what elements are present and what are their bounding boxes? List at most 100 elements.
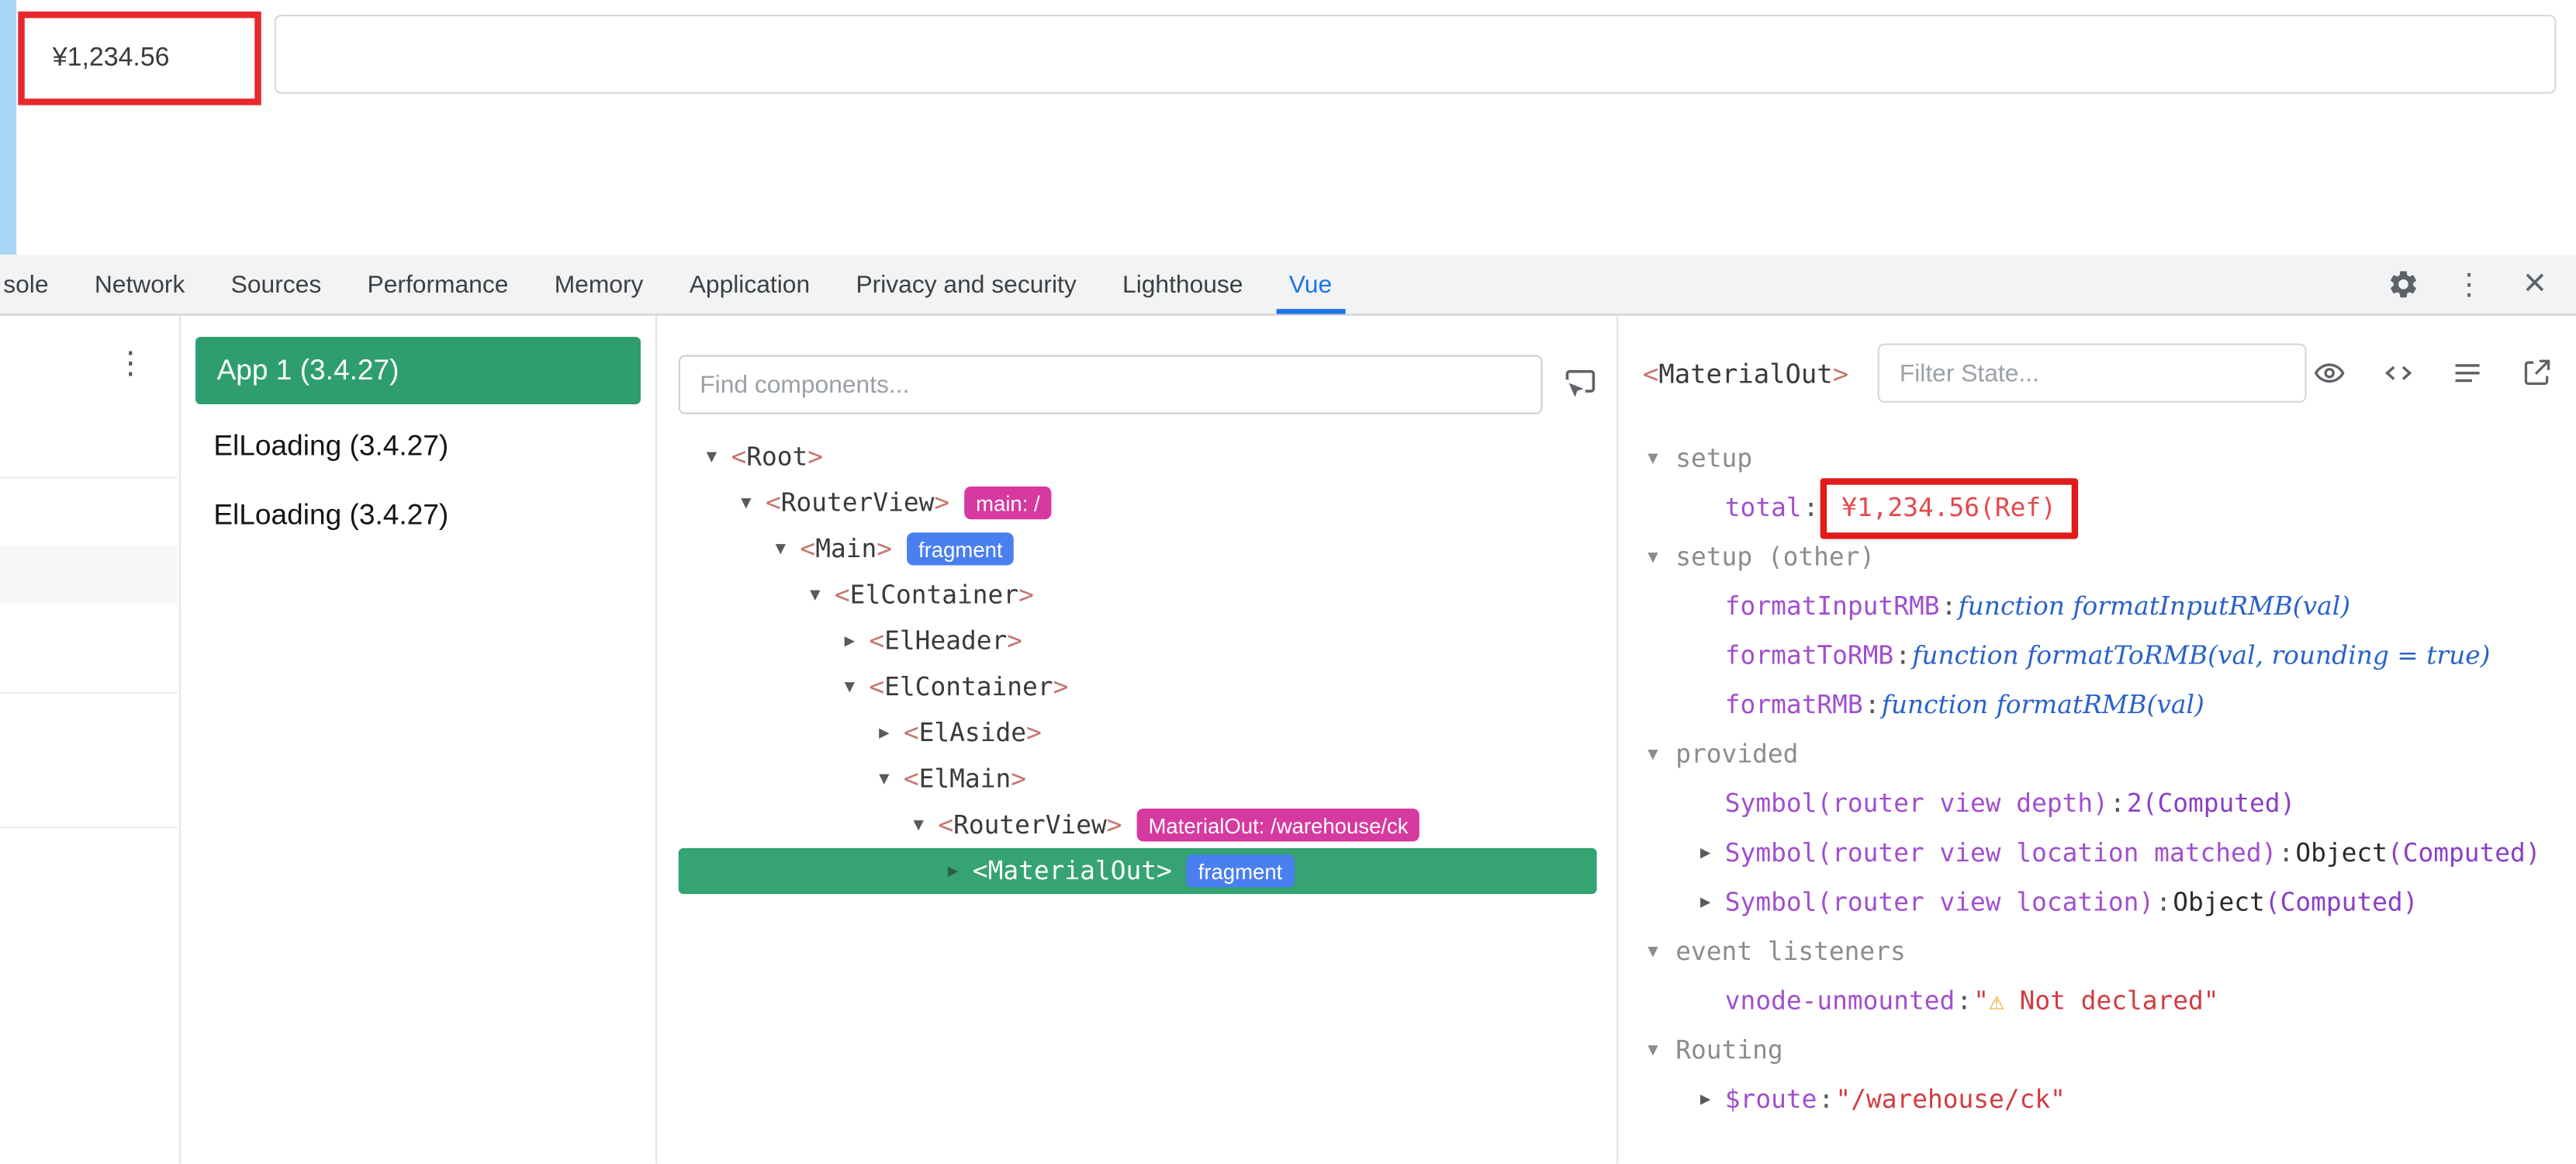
badge-fragment: fragment [1187, 854, 1294, 887]
kebab-icon[interactable]: ⋮ [2451, 266, 2488, 303]
state-value-part: function formatRMB(val) [1882, 691, 2204, 720]
tab-sources[interactable]: Sources [231, 255, 322, 314]
state-group-setup[interactable]: ▼setup [1618, 434, 2576, 483]
caret-right-icon[interactable]: ▶ [1700, 892, 1725, 912]
caret-right-icon[interactable]: ▶ [948, 861, 973, 881]
devtools-tabbar-icons: ⋮ × [2385, 266, 2576, 303]
state-group-setup-other[interactable]: ▼setup (other) [1618, 532, 2576, 582]
state-group-provided[interactable]: ▼provided [1618, 729, 2576, 779]
caret-down-icon[interactable]: ▼ [1648, 449, 1675, 468]
caret-down-icon[interactable]: ▼ [879, 769, 904, 788]
state-item-symbol-router-view-depth[interactable]: Symbol(router view depth) : 2(Computed) [1618, 779, 2576, 829]
external-link-icon[interactable] [2513, 350, 2559, 396]
tab-network[interactable]: Network [95, 255, 185, 314]
caret-right-icon[interactable]: ▶ [1700, 843, 1725, 862]
state-item-formatinputrmb[interactable]: formatInputRMB : function formatInputRMB… [1618, 582, 2576, 632]
list-icon[interactable] [2444, 350, 2490, 396]
caret-down-icon[interactable]: ▼ [1648, 744, 1675, 764]
state-item-symbol-router-view-location-matched[interactable]: ▶Symbol(router view location matched) : … [1618, 828, 2576, 878]
tab-lighthouse[interactable]: Lighthouse [1122, 255, 1243, 314]
page-content: ¥1,234.56 [0, 0, 2576, 255]
caret-down-icon[interactable]: ▼ [1648, 547, 1675, 566]
state-item-total[interactable]: total : ¥1,234.56(Ref) [1618, 483, 2576, 533]
caret-right-icon[interactable]: ▶ [879, 723, 904, 743]
tree-node-elcontainer[interactable]: ▼<ElContainer> [657, 572, 1616, 618]
tree-node-routerview[interactable]: ▼<RouterView> MaterialOut: /warehouse/ck [657, 802, 1616, 848]
state-inspector-header: <MaterialOut> [1643, 337, 2560, 409]
component-tag: <RouterView> [766, 488, 949, 518]
key-value-separator: : [2110, 789, 2125, 819]
caret-down-icon[interactable]: ▼ [776, 539, 800, 559]
state-key: formatToRMB [1725, 641, 1893, 670]
tab-memory[interactable]: Memory [555, 255, 644, 314]
key-value-separator: : [2156, 888, 2171, 917]
state-item-formatrmb[interactable]: formatRMB : function formatRMB(val) [1618, 681, 2576, 730]
state-value: 2(Computed) [2127, 789, 2295, 819]
tree-node-elcontainer[interactable]: ▼<ElContainer> [657, 664, 1616, 710]
state-item-formattormb[interactable]: formatToRMB : function formatToRMB(val, … [1618, 631, 2576, 681]
state-value-part: (Computed) [2388, 838, 2541, 868]
divider [0, 826, 178, 828]
key-value-separator: : [1865, 691, 1880, 720]
tab-vue[interactable]: Vue [1289, 255, 1332, 314]
key-value-separator: : [2278, 838, 2294, 868]
state-item-vnode-unmounted[interactable]: vnode-unmounted : "⚠ Not declared" [1618, 976, 2576, 1026]
tree-node-root[interactable]: ▼<Root> [657, 434, 1616, 480]
state-value-part: ⚠ [1989, 986, 2004, 1016]
inspect-component-icon[interactable] [1558, 362, 1603, 407]
state-item-route[interactable]: ▶$route : "/warehouse/ck" [1618, 1075, 2576, 1124]
code-icon[interactable] [2375, 350, 2421, 396]
tab-sole[interactable]: sole [3, 255, 48, 314]
caret-down-icon[interactable]: ▼ [914, 815, 939, 834]
amount-input[interactable]: ¥1,234.56 [25, 43, 170, 73]
tree-node-elmain[interactable]: ▼<ElMain> [657, 756, 1616, 802]
caret-down-icon[interactable]: ▼ [707, 447, 731, 466]
state-inspector-column: <MaterialOut> [1618, 316, 2576, 1164]
state-key: formatInputRMB [1725, 591, 1940, 621]
eye-icon[interactable] [2307, 350, 2353, 396]
state-inspector-icons [2307, 350, 2560, 396]
badge-materialout-warehouse-ck: MaterialOut: /warehouse/ck [1137, 809, 1420, 841]
state-group-routing[interactable]: ▼Routing [1618, 1026, 2576, 1076]
caret-down-icon[interactable]: ▼ [845, 677, 870, 697]
page-input-long[interactable] [275, 15, 2557, 94]
badge-main: main: / [964, 487, 1051, 519]
state-value-part: "/warehouse/ck" [1835, 1085, 2065, 1114]
caret-down-icon[interactable]: ▼ [1648, 942, 1675, 961]
tree-node-main[interactable]: ▼<Main>fragment [657, 526, 1616, 572]
kebab-icon[interactable]: ⋮ [115, 348, 146, 379]
caret-down-icon[interactable]: ▼ [1648, 1041, 1675, 1060]
selected-component-tag: <MaterialOut> [1643, 358, 1848, 389]
tree-node-routerview[interactable]: ▼<RouterView> main: / [657, 480, 1616, 525]
caret-down-icon[interactable]: ▼ [810, 585, 835, 605]
tab-privacy-and-security[interactable]: Privacy and security [856, 255, 1076, 314]
gear-icon[interactable] [2385, 266, 2422, 303]
state-group-label: setup [1675, 444, 1752, 473]
state-group-label: Routing [1675, 1035, 1782, 1065]
tree-node-elaside[interactable]: ▶<ElAside> [657, 710, 1616, 756]
tab-application[interactable]: Application [690, 255, 810, 314]
filter-state-input[interactable] [1878, 344, 2306, 403]
tree-node-elheader[interactable]: ▶<ElHeader> [657, 618, 1616, 663]
app-item-1[interactable]: ElLoading (3.4.27) [181, 480, 655, 549]
component-tag: <RouterView> [938, 810, 1122, 840]
caret-down-icon[interactable]: ▼ [741, 493, 766, 512]
state-key: $route [1725, 1085, 1817, 1114]
component-tag: <ElContainer> [835, 580, 1034, 610]
state-item-symbol-router-view-location[interactable]: ▶Symbol(router view location) : Object(C… [1618, 878, 2576, 927]
annotation-box: ¥1,234.56 [18, 12, 261, 106]
tree-node-materialout[interactable]: ▶<MaterialOut>fragment [679, 848, 1597, 894]
state-value-part: Object [2295, 838, 2388, 868]
caret-right-icon[interactable]: ▶ [845, 631, 870, 650]
state-key: Symbol(router view depth) [1725, 789, 2108, 819]
caret-right-icon[interactable]: ▶ [1700, 1090, 1725, 1109]
state-value: Object(Computed) [2295, 838, 2540, 868]
component-tag: <Root> [731, 442, 823, 472]
state-group-label: provided [1675, 740, 1798, 769]
state-group-event-listeners[interactable]: ▼event listeners [1618, 927, 2576, 976]
component-search-input[interactable] [679, 355, 1543, 414]
close-icon[interactable]: × [2517, 266, 2554, 303]
app-item-0[interactable]: ElLoading (3.4.27) [181, 411, 655, 480]
app-selector-current[interactable]: App 1 (3.4.27) [195, 337, 641, 404]
tab-performance[interactable]: Performance [368, 255, 509, 314]
